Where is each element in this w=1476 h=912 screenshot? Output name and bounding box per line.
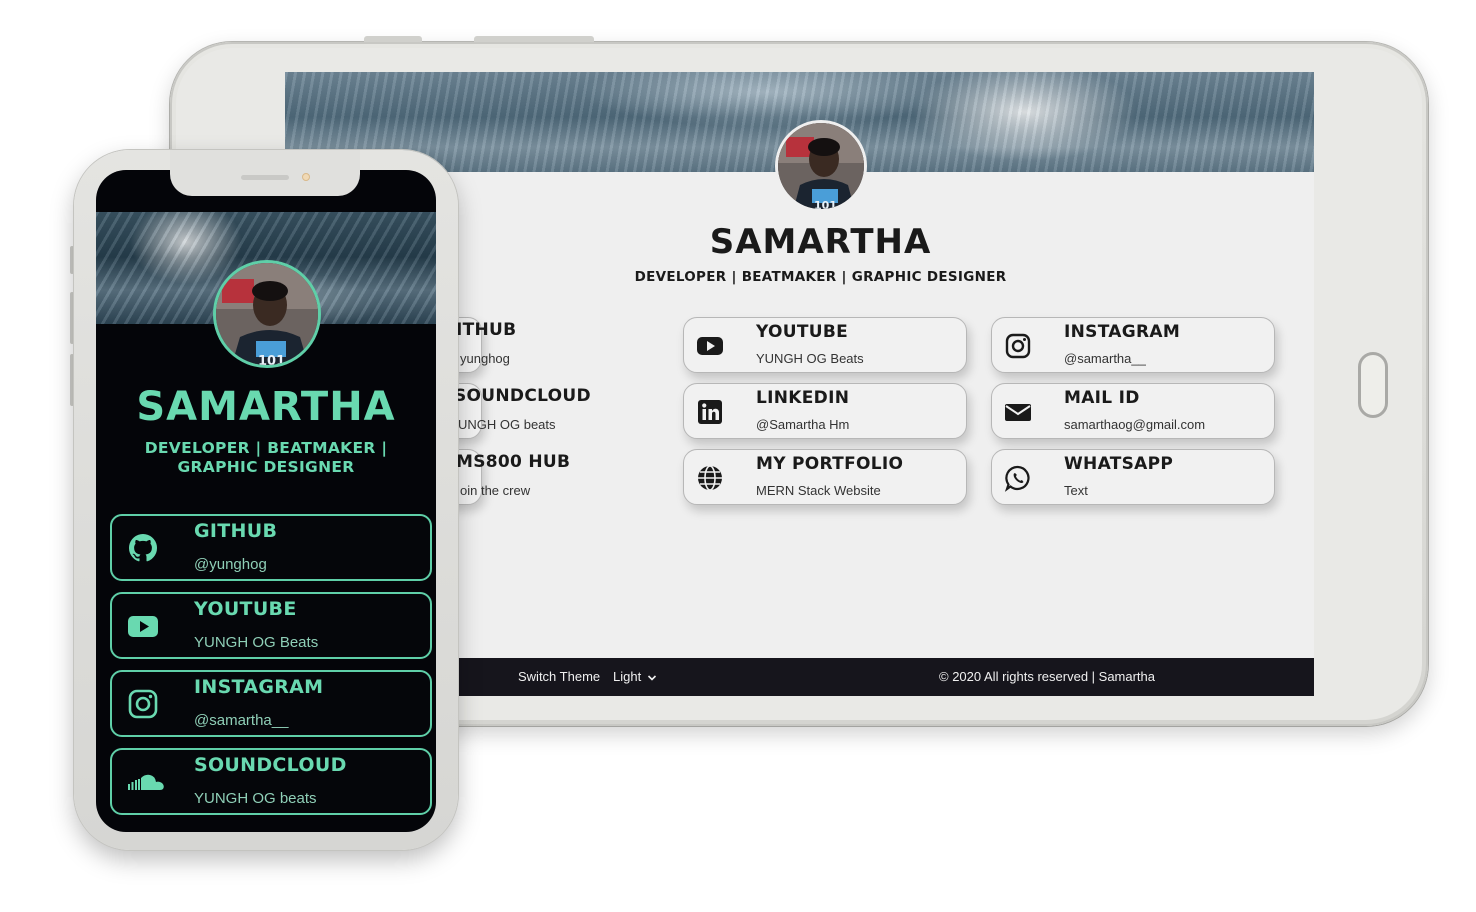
globe-icon [696, 464, 724, 492]
linkedin-icon [696, 398, 724, 426]
avatar: 101 [775, 120, 867, 212]
profile-tagline: DEVELOPER | BEATMAKER | GRAPHIC DESIGNER [106, 439, 426, 477]
mockup-stage: 101 SAMARTHA DEVELOPER | BEATMAKER | GRA… [0, 0, 1476, 912]
link-title: INSTAGRAM [1064, 322, 1181, 342]
phone-screen: 101 SAMARTHA DEVELOPER | BEATMAKER | GRA… [96, 170, 436, 832]
link-title: MAIL ID [1064, 388, 1140, 408]
whatsapp-icon [1004, 464, 1032, 492]
youtube-icon [696, 332, 724, 360]
profile-name: SAMARTHA [136, 384, 396, 430]
link-card-portfolio[interactable]: MY PORTFOLIO MERN Stack Website [683, 449, 967, 505]
link-title: ITHUB [458, 320, 517, 340]
link-card-instagram[interactable]: INSTAGRAM @samartha__ [991, 317, 1275, 373]
switch-theme-label: Switch Theme [518, 669, 601, 684]
tagline-line-2: GRAPHIC DESIGNER [177, 458, 355, 476]
link-subtitle: @samartha__ [1064, 351, 1146, 366]
link-title: SOUNDCLOUD [194, 754, 347, 776]
link-card-instagram[interactable]: INSTAGRAM @samartha__ [110, 670, 432, 737]
link-title: YOUTUBE [756, 322, 849, 342]
link-subtitle: samarthaog@gmail.com [1064, 417, 1206, 432]
theme-select[interactable]: Light [613, 669, 657, 684]
link-subtitle: @samartha__ [194, 712, 289, 729]
tablet-left-column-visible: ITHUB yunghog SOUNDCLOUD UNGH OG beats M… [458, 316, 668, 508]
link-subtitle: @yunghog [194, 556, 267, 573]
link-card-linkedin[interactable]: LINKEDIN @Samartha Hm [683, 383, 967, 439]
link-subtitle: yunghog [460, 351, 510, 366]
link-title: GITHUB [194, 520, 278, 542]
link-title: YOUTUBE [194, 598, 297, 620]
link-card-whatsapp[interactable]: WHATSAPP Text [991, 449, 1275, 505]
phone-speaker [241, 175, 289, 180]
link-subtitle: YUNGH OG Beats [194, 634, 319, 651]
link-subtitle: @Samartha Hm [756, 417, 850, 432]
avatar: 101 [213, 260, 321, 368]
phone-notch [170, 150, 360, 196]
theme-select-value: Light [613, 669, 642, 684]
link-subtitle: YUNGH OG Beats [756, 351, 864, 366]
tagline-line-1: DEVELOPER | BEATMAKER | [144, 439, 388, 457]
instagram-icon [127, 688, 159, 720]
link-title: MY PORTFOLIO [756, 454, 904, 474]
instagram-icon [1004, 332, 1032, 360]
link-title: LINKEDIN [756, 388, 850, 408]
link-subtitle: oin the crew [460, 483, 531, 498]
link-title: INSTAGRAM [194, 676, 324, 698]
svg-text:101: 101 [814, 199, 837, 212]
link-subtitle: MERN Stack Website [756, 483, 881, 498]
link-card-soundcloud[interactable]: SOUNDCLOUD YUNGH OG beats [110, 748, 432, 815]
link-title: WHATSAPP [1064, 454, 1174, 474]
soundcloud-icon [127, 766, 164, 798]
mail-icon [1004, 398, 1032, 426]
copyright-text: © 2020 All rights reserved | Samartha [939, 669, 1156, 684]
link-card-youtube[interactable]: YOUTUBE YUNGH OG Beats [110, 592, 432, 659]
link-subtitle: Text [1064, 483, 1088, 498]
github-icon [127, 532, 159, 564]
svg-text:101: 101 [258, 354, 285, 368]
link-title: MS800 HUB [458, 452, 571, 472]
link-subtitle: UNGH OG beats [458, 417, 556, 432]
link-subtitle: YUNGH OG beats [194, 790, 317, 807]
chevron-down-icon [647, 674, 656, 681]
link-title: SOUNDCLOUD [458, 386, 591, 406]
tablet-volume-button [474, 36, 594, 42]
tablet-top-button [364, 36, 422, 42]
link-card-youtube[interactable]: YOUTUBE YUNGH OG Beats [683, 317, 967, 373]
tablet-home-button [1358, 352, 1388, 418]
phone-camera [302, 173, 310, 181]
youtube-icon [127, 610, 159, 642]
link-card-mail[interactable]: MAIL ID samarthaog@gmail.com [991, 383, 1275, 439]
link-card-github[interactable]: GITHUB @yunghog [110, 514, 432, 581]
